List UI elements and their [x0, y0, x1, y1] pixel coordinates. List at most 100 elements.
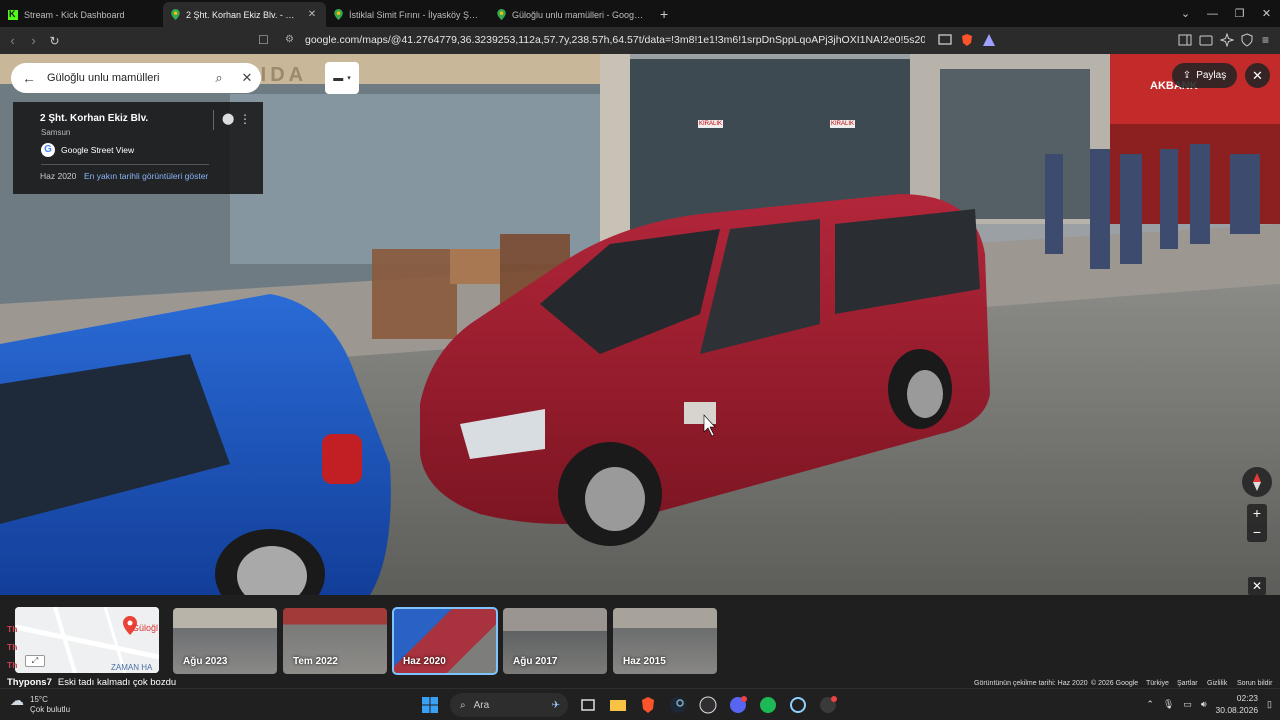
restore-button[interactable]: ❐: [1226, 7, 1253, 20]
close-window-button[interactable]: ✕: [1253, 7, 1280, 20]
microphone-icon[interactable]: 🎙︎: [1163, 699, 1174, 710]
weather-cloud-icon: ☁: [10, 692, 24, 708]
clear-search-icon[interactable]: ✕: [233, 70, 261, 86]
settings-app-icon[interactable]: [788, 695, 808, 715]
country-link[interactable]: Türkiye: [1146, 680, 1169, 687]
timeline-thumb[interactable]: Ağu 2023: [173, 608, 277, 674]
site-settings-icon[interactable]: ⚙: [285, 34, 294, 45]
timeline-thumb[interactable]: Ağu 2017: [503, 608, 607, 674]
maps-search-box[interactable]: ← Güloğlu unlu mamülleri ⌕ ✕: [11, 63, 261, 93]
location-subtitle: Samsun: [41, 128, 71, 137]
mini-map[interactable]: Güloğl ZAMAN HA ⤢: [15, 607, 159, 673]
minimize-button[interactable]: —: [1199, 8, 1226, 20]
maps-pin-icon: [171, 9, 180, 20]
overlay-label: Th: [7, 642, 18, 652]
window-controls: ⌄ — ❐ ✕: [1172, 0, 1280, 27]
cast-icon[interactable]: [938, 33, 952, 47]
tab-guloglu-maps[interactable]: Güloğlu unlu mamülleri - Google Maps: [489, 2, 652, 27]
share-label: Paylaş: [1196, 70, 1227, 81]
file-explorer-icon[interactable]: [608, 695, 628, 715]
close-icon[interactable]: ✕: [306, 9, 318, 20]
terms-link[interactable]: Şartlar: [1177, 680, 1198, 687]
clock-time: 02:23: [1236, 693, 1259, 703]
back-icon[interactable]: ‹: [2, 33, 23, 48]
tab-list-icon[interactable]: ⌄: [1172, 7, 1199, 20]
report-problem-link[interactable]: Sorun bildir: [1237, 680, 1272, 687]
timeline-date: Tem 2022: [293, 656, 338, 667]
close-icon: ✕: [1251, 579, 1263, 593]
bookmark-icon[interactable]: ☐: [258, 33, 269, 47]
divider: [41, 164, 209, 165]
expand-map-icon[interactable]: ⤢: [25, 655, 45, 667]
steam-icon[interactable]: [668, 695, 688, 715]
copyright-footer: © 2026 Google: [1091, 680, 1139, 687]
reload-icon[interactable]: ↻: [44, 34, 65, 48]
brave-browser-icon[interactable]: [638, 695, 658, 715]
clock[interactable]: 02:23 30.08.2026: [1216, 692, 1259, 716]
discord-icon[interactable]: [728, 695, 748, 715]
new-tab-button[interactable]: +: [652, 6, 676, 22]
spotify-icon[interactable]: [758, 695, 778, 715]
search-input[interactable]: Güloğlu unlu mamülleri: [47, 72, 205, 84]
divider: [213, 110, 214, 130]
weather-desc: Çok bulutlu: [30, 705, 71, 714]
close-icon: ✕: [1252, 68, 1263, 83]
share-icon: ⇪: [1182, 70, 1192, 81]
timeline-thumb-selected[interactable]: Haz 2020: [392, 607, 498, 675]
brave-shield-icon[interactable]: [960, 33, 974, 47]
brave-rewards-icon[interactable]: [982, 33, 996, 47]
vpn-shield-icon[interactable]: [1240, 33, 1254, 47]
zoom-in-button[interactable]: +: [1247, 504, 1267, 523]
capture-date: Haz 2020: [40, 171, 77, 181]
address-bar-row: ‹ › ↻ ☐ ⚙ google.com/maps/@41.2764779,36…: [0, 27, 1280, 54]
timeline-date: Ağu 2023: [183, 656, 228, 667]
zoom-out-button[interactable]: −: [1247, 523, 1267, 542]
menu-icon[interactable]: ≡: [1262, 33, 1276, 47]
notifications-icon[interactable]: ▯: [1267, 699, 1272, 710]
tab-label: İstiklal Simit Fırını - İlyasköy Şube - …: [349, 9, 481, 20]
tab-istiklal-simit-maps[interactable]: İstiklal Simit Fırını - İlyasköy Şube - …: [326, 2, 489, 27]
location-pin-icon[interactable]: ⬤: [222, 112, 234, 125]
close-street-view-button[interactable]: ✕: [1245, 63, 1270, 88]
rent-sign-text: KİRALIK: [830, 120, 856, 128]
privacy-link[interactable]: Gizlilik: [1207, 680, 1227, 687]
compass-icon[interactable]: [1242, 467, 1272, 497]
location-title[interactable]: 2 Şht. Korhan Ekiz Blv.: [40, 113, 148, 124]
app-with-badge-icon[interactable]: [818, 695, 838, 715]
search-icon[interactable]: ⌕: [205, 70, 233, 86]
weather-temp: 15°C: [30, 695, 48, 704]
keyboard-input-button[interactable]: ▬ ▾: [325, 62, 359, 94]
taskbar-apps: ⌕ Ara ✈: [420, 693, 838, 717]
chevron-up-icon[interactable]: ⌃: [1146, 699, 1154, 710]
system-tray: ⌃ 🎙︎ ▭ 🔊︎ 02:23 30.08.2026 ▯: [1146, 692, 1272, 716]
obs-icon[interactable]: [698, 695, 718, 715]
latest-imagery-link[interactable]: En yakın tarihli görüntüleri göster: [84, 171, 208, 181]
airplane-icon: ✈: [551, 699, 560, 711]
url-field[interactable]: google.com/maps/@41.2764779,36.3239253,1…: [305, 34, 925, 46]
windows-start-icon[interactable]: [420, 695, 440, 715]
taskbar-search[interactable]: ⌕ Ara ✈: [450, 693, 568, 717]
forward-icon[interactable]: ›: [23, 33, 44, 48]
zoom-control: + −: [1247, 504, 1267, 542]
tab-label: Güloğlu unlu mamülleri - Google Maps: [512, 9, 644, 20]
tab-korhan-ekiz-maps[interactable]: 2 Şht. Korhan Ekiz Blv. - Google Maps ✕: [163, 2, 326, 27]
timeline-thumb[interactable]: Haz 2015: [613, 608, 717, 674]
weather-widget[interactable]: ☁ 15°C Çok bulutlu: [10, 692, 71, 715]
share-button[interactable]: ⇪ Paylaş: [1172, 63, 1237, 88]
tab-kick-dashboard[interactable]: Stream - Kick Dashboard: [0, 2, 163, 27]
volume-icon[interactable]: 🔊︎: [1201, 699, 1207, 710]
chevron-down-icon: ▾: [347, 75, 351, 82]
back-arrow-icon[interactable]: ←: [11, 70, 47, 86]
kick-logo-icon: [8, 9, 18, 20]
task-view-icon[interactable]: [578, 695, 598, 715]
close-timeline-button[interactable]: ✕: [1248, 577, 1266, 595]
tab-label: Stream - Kick Dashboard: [24, 9, 125, 20]
more-options-icon[interactable]: ⋮: [239, 112, 251, 126]
overlay-label: Th: [7, 624, 18, 634]
sidebar-icon[interactable]: [1178, 33, 1192, 47]
wallet-icon[interactable]: [1199, 33, 1213, 47]
timeline-thumb[interactable]: Tem 2022: [283, 608, 387, 674]
keyboard-icon: ▬: [333, 72, 344, 84]
leo-ai-icon[interactable]: [1220, 33, 1234, 47]
network-icon[interactable]: ▭: [1183, 699, 1192, 710]
